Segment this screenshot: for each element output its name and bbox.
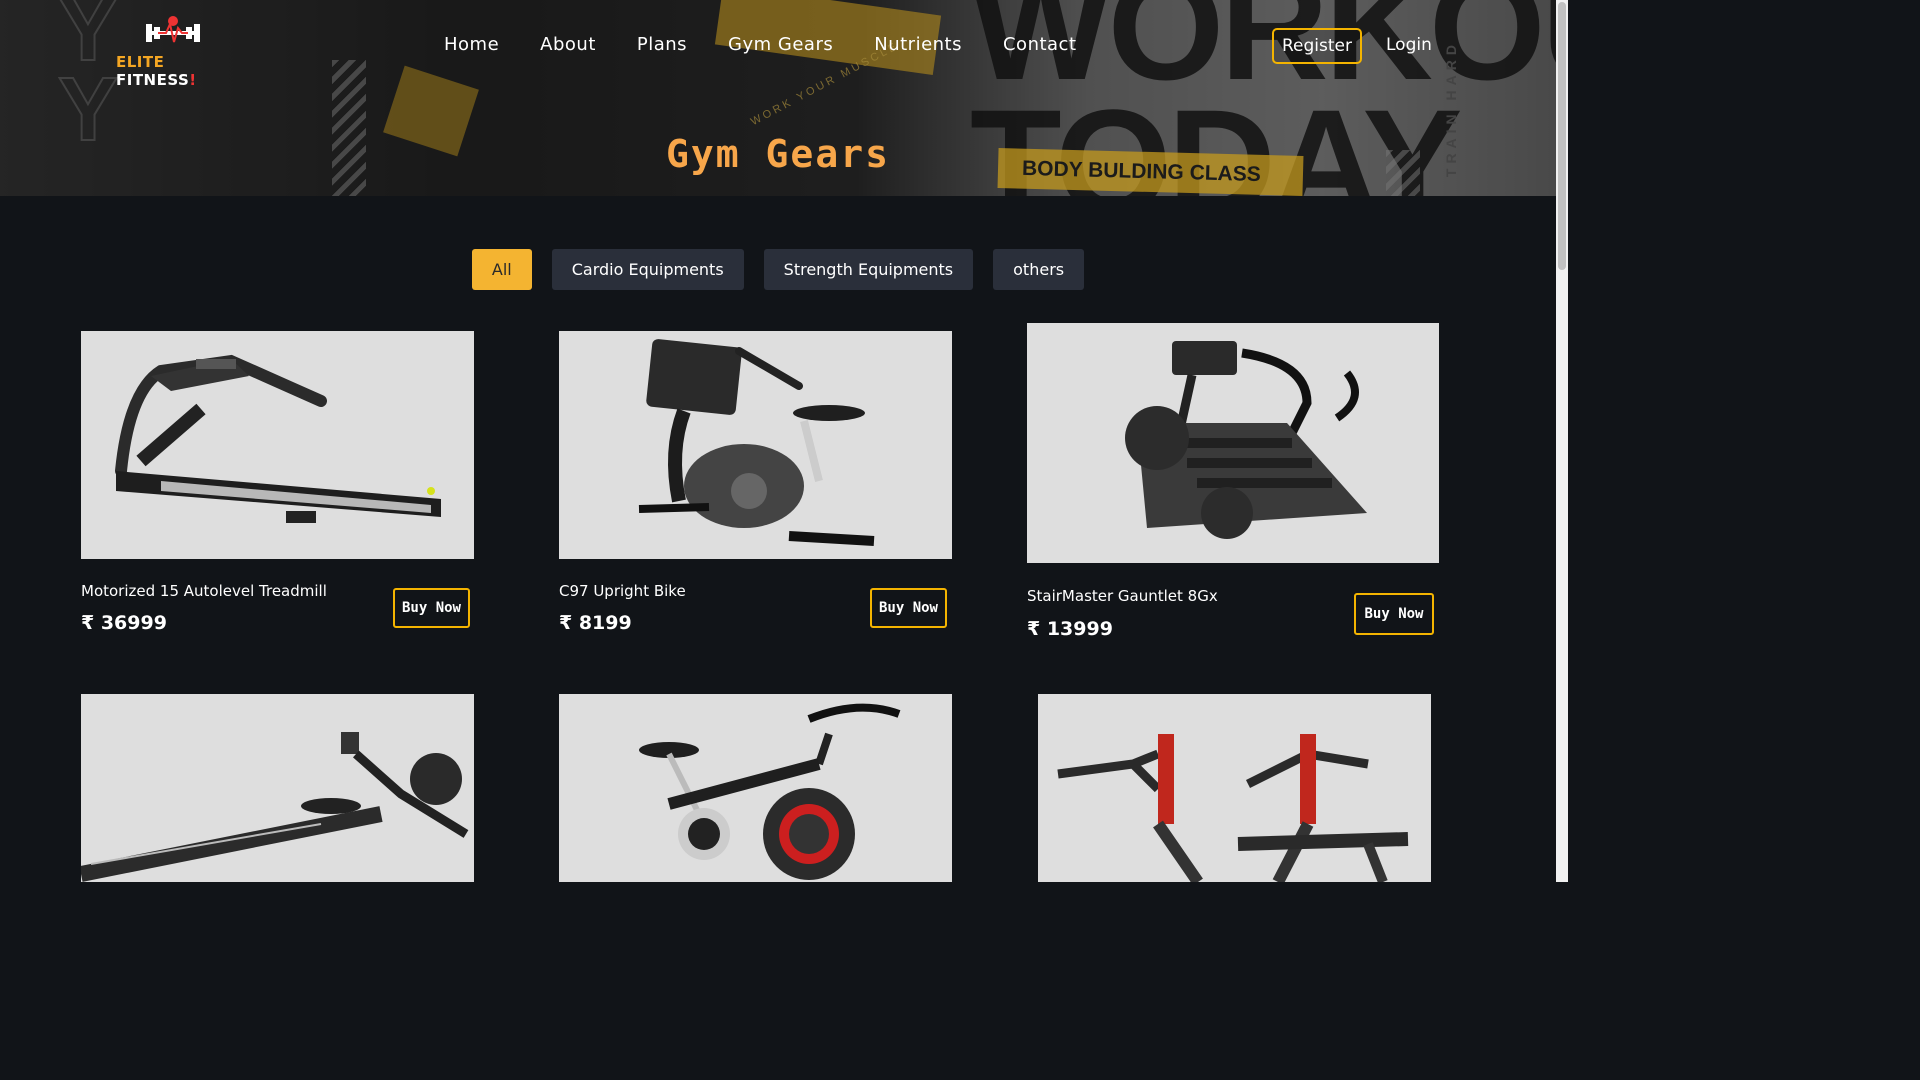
spin-bike-icon[interactable] (559, 694, 952, 882)
nav-contact[interactable]: Contact (1003, 34, 1077, 55)
product-card (1038, 694, 1431, 882)
logo-text: ELITE FITNESS! (116, 53, 197, 89)
product-card (81, 694, 474, 882)
page-scrollbar[interactable] (1556, 0, 1568, 882)
filter-all[interactable]: All (471, 249, 532, 290)
nav-about[interactable]: About (540, 34, 596, 55)
page-title: Gym Gears (666, 132, 890, 176)
register-button[interactable]: Register (1272, 28, 1362, 64)
product-card: Motorized 15 Autolevel Treadmill ₹ 36999… (81, 331, 474, 641)
banner-decoration: YY (57, 0, 119, 160)
nav-home[interactable]: Home (444, 34, 499, 55)
stair-climber-icon[interactable] (1027, 323, 1439, 563)
main-nav: Home About Plans Gym Gears Nutrients Con… (444, 34, 1118, 55)
filter-others[interactable]: others (993, 249, 1085, 290)
filter-cardio[interactable]: Cardio Equipments (551, 249, 744, 290)
dumbbell-icon (146, 16, 200, 50)
category-filters: All Cardio Equipments Strength Equipment… (0, 249, 1556, 290)
rowing-machine-icon[interactable] (81, 694, 474, 882)
filter-strength[interactable]: Strength Equipments (763, 249, 974, 290)
product-card: C97 Upright Bike ₹ 8199 Buy Now (559, 331, 952, 641)
login-link[interactable]: Login (1386, 35, 1432, 55)
upright-bike-icon[interactable] (559, 331, 952, 559)
nav-gym-gears[interactable]: Gym Gears (728, 34, 833, 55)
product-price: ₹ 13999 (1027, 618, 1113, 640)
product-card: StairMaster Gauntlet 8Gx ₹ 13999 Buy Now (1027, 323, 1439, 643)
nav-plans[interactable]: Plans (637, 34, 687, 55)
buy-now-button[interactable]: Buy Now (393, 588, 470, 628)
buy-now-button[interactable]: Buy Now (1354, 593, 1434, 635)
product-price: ₹ 8199 (559, 612, 632, 634)
scrollbar-thumb[interactable] (1558, 2, 1566, 270)
product-name: C97 Upright Bike (559, 582, 686, 600)
buy-now-button[interactable]: Buy Now (870, 588, 947, 628)
product-card (559, 694, 952, 882)
product-price: ₹ 36999 (81, 612, 167, 634)
site-logo[interactable]: ELITE FITNESS! (116, 16, 232, 89)
treadmill-icon[interactable] (81, 331, 474, 559)
product-name: Motorized 15 Autolevel Treadmill (81, 582, 327, 600)
weight-bench-icon[interactable] (1038, 694, 1431, 882)
product-name: StairMaster Gauntlet 8Gx (1027, 587, 1218, 605)
nav-nutrients[interactable]: Nutrients (874, 34, 962, 55)
